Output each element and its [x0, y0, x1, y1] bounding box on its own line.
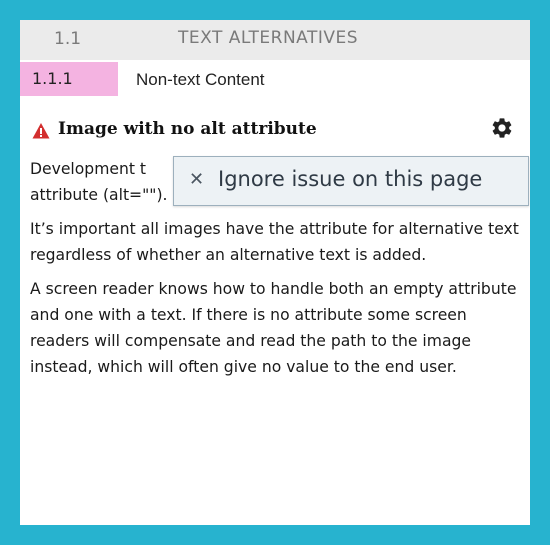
issue-title: Image with no alt attribute	[58, 119, 317, 139]
section-header: 1.1 TEXT ALTERNATIVES	[20, 20, 530, 62]
gear-icon[interactable]	[490, 116, 514, 140]
description-text-end: attribute (alt="").	[30, 186, 168, 204]
warning-triangle-icon	[32, 123, 50, 139]
description-paragraph: A screen reader knows how to handle both…	[30, 280, 517, 376]
section-title: TEXT ALTERNATIVES	[178, 28, 359, 48]
criterion-number-badge: 1.1.1	[20, 62, 118, 96]
criterion-title: Non-text Content	[136, 70, 265, 89]
issue-header: Image with no alt attribute	[32, 118, 512, 144]
criterion-row[interactable]: 1.1.1 Non-text Content	[20, 62, 530, 98]
section-number: 1.1	[54, 29, 82, 49]
ignore-issue-menu-item[interactable]: ✕ Ignore issue on this page	[173, 156, 529, 206]
description-paragraph: It’s important all images have the attri…	[30, 220, 519, 264]
outer-frame: 1.1 TEXT ALTERNATIVES 1.1.1 Non-text Con…	[0, 0, 550, 545]
ignore-issue-label: Ignore issue on this page	[218, 167, 483, 191]
issue-panel: 1.1 TEXT ALTERNATIVES 1.1.1 Non-text Con…	[20, 20, 530, 525]
close-icon: ✕	[189, 169, 205, 190]
description-text-start: Development t	[30, 160, 147, 178]
